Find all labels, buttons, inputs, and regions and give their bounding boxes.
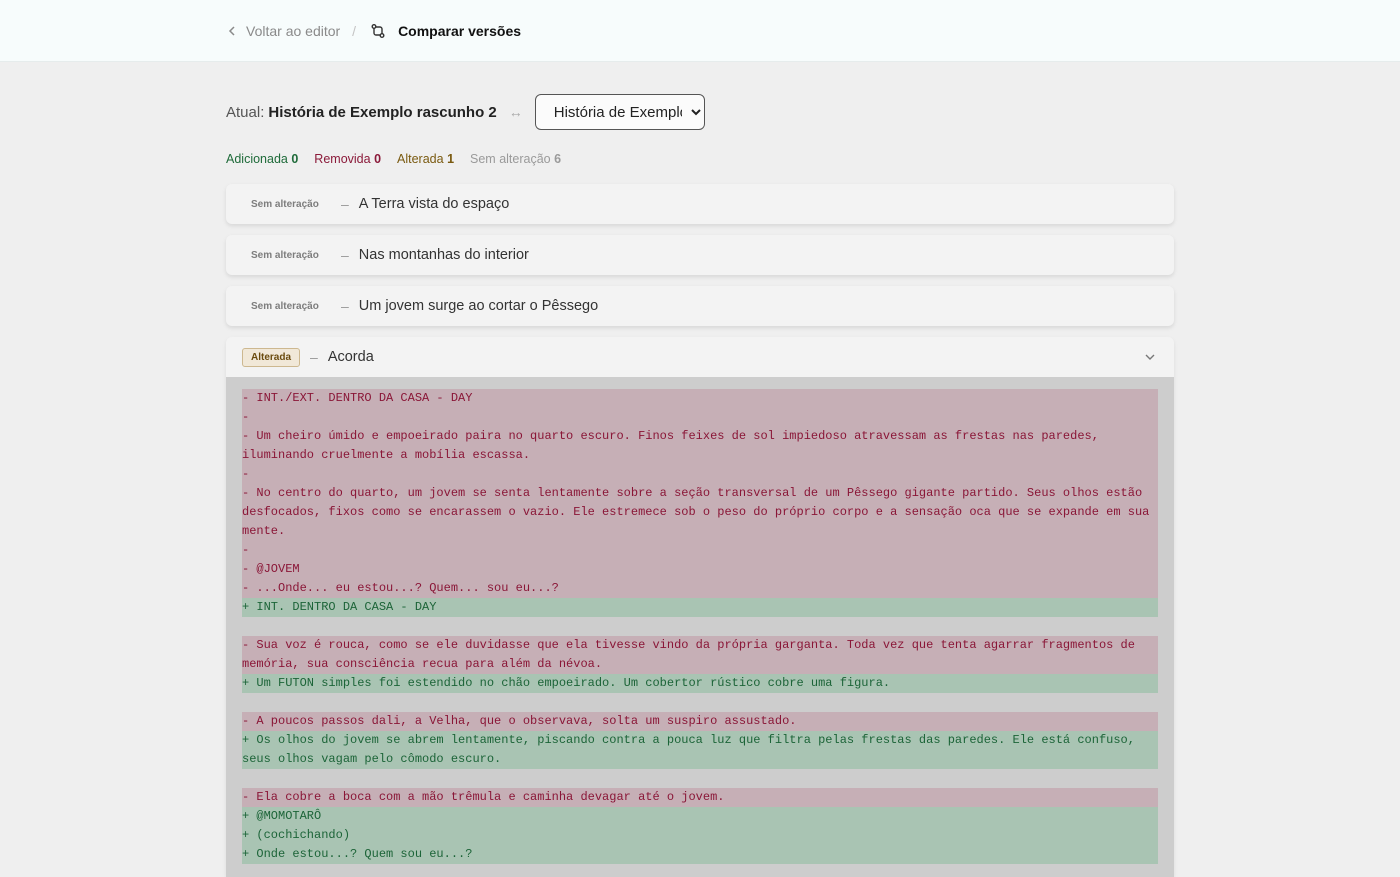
expanded-scene: Alterada – Acorda - INT./EXT. DENTRO DA … xyxy=(226,337,1174,877)
changed-badge: Alterada xyxy=(242,347,301,367)
scene-title: A Terra vista do espaço xyxy=(358,196,510,212)
current-label: Atual: xyxy=(226,103,265,121)
diff-line-removed: - Ela cobre a boca com a mão trêmula e c… xyxy=(242,788,1158,807)
expanded-scene-header[interactable]: Alterada – Acorda xyxy=(226,337,1174,377)
scene-list: Sem alteração – A Terra vista do espaço … xyxy=(226,184,1174,877)
git-compare-icon xyxy=(371,23,385,38)
scene-status: Sem alteração xyxy=(251,300,319,312)
diff-line-added: + @MOMOTARÔ xyxy=(242,807,1158,826)
chevron-down-icon[interactable] xyxy=(1144,351,1156,363)
version-select[interactable]: História de Exemplo xyxy=(534,94,705,130)
scene-status: Sem alteração xyxy=(251,198,319,210)
stat-changed: Alterada 1 xyxy=(397,152,455,166)
scene-row[interactable]: Sem alteração – A Terra vista do espaço xyxy=(226,184,1174,224)
scene-row[interactable]: Sem alteração – Um jovem surge ao cortar… xyxy=(226,286,1174,326)
dash-separator: – xyxy=(341,247,349,263)
page-title: Comparar versões xyxy=(398,22,522,39)
diff-line-added: + INT. DENTRO DA CASA - DAY xyxy=(242,598,1158,617)
diff-line-added: + Onde estou...? Quem sou eu...? xyxy=(242,845,1158,864)
diff-stats: Adicionada 0 Removida 0 Alterada 1 Sem a… xyxy=(226,152,1174,166)
diff-line-removed: - xyxy=(242,541,1158,560)
diff-gap xyxy=(242,617,1158,636)
diff-gap xyxy=(242,769,1158,788)
diff-line-removed: - xyxy=(242,465,1158,484)
diff-line-removed: - ...Onde... eu estou...? Quem... sou eu… xyxy=(242,579,1158,598)
main-content: Atual: História de Exemplo rascunho 2 ↔ … xyxy=(226,62,1174,877)
diff-line-removed: - No centro do quarto, um jovem se senta… xyxy=(242,484,1158,541)
diff-line-removed: - xyxy=(242,408,1158,427)
top-bar: Voltar ao editor / Comparar versões xyxy=(0,0,1400,62)
diff-line-removed: - Um cheiro úmido e empoeirado paira no … xyxy=(242,427,1158,465)
diff-view: - INT./EXT. DENTRO DA CASA - DAY - - Um ch… xyxy=(226,377,1174,877)
scene-title: Acorda xyxy=(327,349,374,365)
scene-status: Sem alteração xyxy=(251,249,319,261)
diff-gap xyxy=(242,693,1158,712)
diff-line-removed: - Sua voz é rouca, como se ele duvidasse… xyxy=(242,636,1158,674)
compare-header: Atual: História de Exemplo rascunho 2 ↔ … xyxy=(226,94,1174,130)
back-label: Voltar ao editor xyxy=(246,22,341,39)
scene-title: Nas montanhas do interior xyxy=(358,247,529,263)
stat-removed: Removida 0 xyxy=(314,152,382,166)
scene-row[interactable]: Sem alteração – Nas montanhas do interio… xyxy=(226,235,1174,275)
dash-separator: – xyxy=(341,196,349,212)
diff-line-removed: - @JOVEM xyxy=(242,560,1158,579)
diff-line-removed: - A poucos passos dali, a Velha, que o o… xyxy=(242,712,1158,731)
diff-line-added: + Os olhos do jovem se abrem lentamente,… xyxy=(242,731,1158,769)
scene-title: Um jovem surge ao cortar o Pêssego xyxy=(358,298,599,314)
dash-separator: – xyxy=(341,298,349,314)
diff-line-removed: - INT./EXT. DENTRO DA CASA - DAY xyxy=(242,389,1158,408)
breadcrumb-separator: / xyxy=(352,22,357,39)
diff-line-added: + Um FUTON simples foi estendido no chão… xyxy=(242,674,1158,693)
diff-line-added: + (cochichando) xyxy=(242,826,1158,845)
stat-unchanged: Sem alteração 6 xyxy=(470,152,562,166)
dash-separator: – xyxy=(310,349,318,365)
stat-added: Adicionada 0 xyxy=(226,152,299,166)
swap-arrows-icon: ↔ xyxy=(508,104,523,120)
back-to-editor-link[interactable]: Voltar ao editor xyxy=(226,23,340,39)
chevron-left-icon xyxy=(228,25,235,36)
current-version-name: História de Exemplo rascunho 2 xyxy=(268,103,497,121)
